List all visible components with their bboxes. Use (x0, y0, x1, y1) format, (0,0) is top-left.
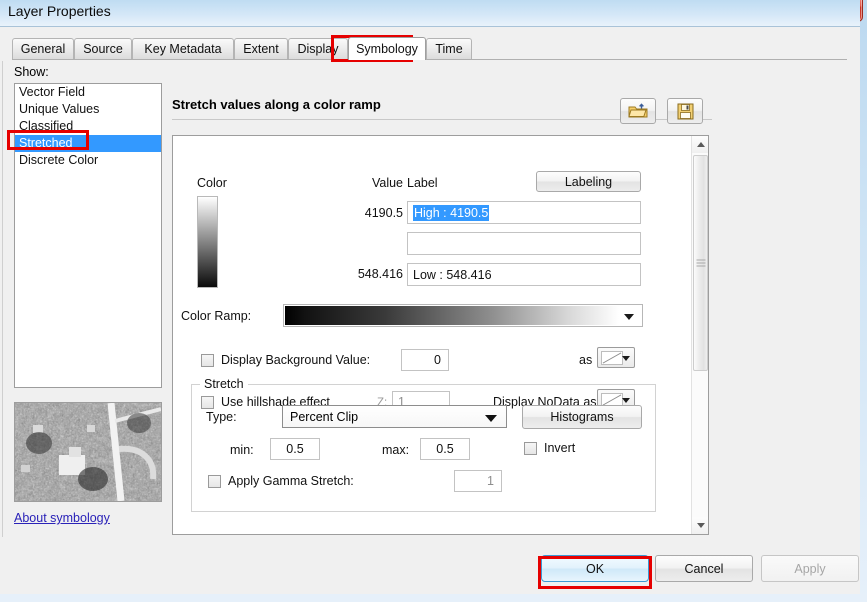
label-input-low[interactable]: Low : 548.416 (407, 263, 641, 286)
color-ramp-gradient (285, 306, 619, 325)
stretch-max-input[interactable]: 0.5 (420, 438, 470, 460)
about-symbology-link[interactable]: About symbology (14, 511, 110, 525)
scrollbar-grip-icon (696, 258, 705, 269)
show-list-item-unique-values[interactable]: Unique Values (15, 101, 161, 118)
tab-bar: General Source Key Metadata Extent Display Sy… (12, 37, 847, 60)
stretch-min-input[interactable]: 0.5 (270, 438, 320, 460)
apply-gamma-stretch-label: Apply Gamma Stretch: (228, 474, 354, 488)
label-column-header: Label (407, 176, 438, 190)
aerial-preview-image (15, 403, 161, 501)
invert-checkbox[interactable] (524, 442, 537, 455)
tab-general[interactable]: General (12, 38, 74, 59)
cancel-button[interactable]: Cancel (655, 555, 753, 582)
stretch-min-label: min: (230, 443, 254, 457)
dialog-titlebar: Layer Properties (0, 0, 860, 26)
open-folder-icon (628, 103, 648, 118)
show-label: Show: (14, 65, 49, 79)
color-column-header: Color (197, 176, 227, 190)
show-list-item-stretched[interactable]: Stretched (15, 135, 161, 152)
show-list-item-discrete-color[interactable]: Discrete Color (15, 152, 161, 169)
row-value-high: 4190.5 (364, 206, 403, 220)
apply-gamma-stretch-checkbox[interactable] (208, 475, 221, 488)
color-ramp-label: Color Ramp: (181, 309, 252, 323)
stretch-max-label: max: (382, 443, 410, 457)
scroll-up-button[interactable] (692, 136, 708, 153)
invert-label: Invert (544, 441, 576, 455)
tab-key-metadata[interactable]: Key Metadata (132, 38, 234, 59)
tab-symbology[interactable]: Symbology (348, 37, 426, 60)
save-color-ramp-button[interactable] (667, 98, 703, 124)
histograms-button[interactable]: Histograms (522, 405, 642, 429)
display-background-value-checkbox[interactable] (201, 354, 214, 367)
left-divider (2, 61, 3, 537)
panel-vertical-scrollbar[interactable] (691, 136, 708, 534)
layer-preview-thumbnail (14, 402, 162, 502)
ok-button[interactable]: OK (541, 555, 649, 582)
stretch-type-dropdown[interactable]: Percent Clip (282, 405, 507, 428)
background-as-label: as (579, 353, 593, 367)
symbology-content: Color Value Label Labeling 4190.5 High :… (173, 136, 693, 534)
row-value-low: 548.416 (357, 267, 403, 281)
symbology-scroll-panel: Color Value Label Labeling 4190.5 High :… (172, 135, 709, 535)
open-color-ramp-button[interactable] (620, 98, 656, 124)
value-column-header: Value (371, 176, 403, 190)
layer-properties-dialog: Layer Properties General Source Key Metada… (0, 0, 860, 594)
stretch-type-value: Percent Clip (290, 409, 359, 424)
tab-display[interactable]: Display (288, 38, 348, 59)
chevron-down-icon (485, 415, 497, 422)
label-input-high[interactable]: High : 4190.5 (407, 201, 641, 224)
tab-underline (12, 59, 847, 60)
color-ramp-preview-swatch[interactable] (197, 196, 218, 288)
background-color-swatch-picker[interactable] (597, 347, 635, 368)
tab-extent[interactable]: Extent (234, 38, 288, 59)
gamma-value-input[interactable]: 1 (454, 470, 502, 492)
no-color-swatch-icon (601, 351, 623, 365)
chevron-down-icon (622, 356, 630, 361)
scroll-down-arrow-icon (696, 523, 705, 528)
save-floppy-icon (677, 103, 693, 119)
label-input-high-text: High : 4190.5 (413, 204, 490, 221)
dialog-title: Layer Properties (8, 3, 111, 19)
symbology-show-list[interactable]: Vector Field Unique Values Classified Stret… (14, 83, 162, 388)
tab-source[interactable]: Source (74, 38, 132, 59)
scrollbar-thumb[interactable] (693, 155, 708, 371)
dialog-body: General Source Key Metadata Extent Display Sy… (0, 26, 860, 594)
stretch-type-label: Type: (206, 410, 237, 424)
show-list-item-vector-field[interactable]: Vector Field (15, 84, 161, 101)
stretch-group-legend: Stretch (200, 377, 248, 391)
label-input-middle[interactable] (407, 232, 641, 255)
display-background-value-label: Display Background Value: (221, 353, 371, 367)
color-ramp-dropdown[interactable] (283, 304, 643, 327)
label-input-low-text: Low : 548.416 (413, 267, 492, 282)
scroll-up-arrow-icon (696, 142, 705, 147)
labeling-button[interactable]: Labeling (536, 171, 641, 192)
tab-time[interactable]: Time (426, 38, 472, 59)
stretch-group-box: Stretch Type: Percent Clip Histograms mi… (191, 377, 656, 512)
scroll-down-button[interactable] (692, 517, 708, 534)
chevron-down-icon (624, 314, 634, 320)
panel-title: Stretch values along a color ramp (172, 97, 381, 112)
background-value-input[interactable]: 0 (401, 349, 449, 371)
show-list-item-classified[interactable]: Classified (15, 118, 161, 135)
apply-button[interactable]: Apply (761, 555, 859, 582)
dialog-button-bar: OK Cancel Apply (0, 543, 860, 595)
